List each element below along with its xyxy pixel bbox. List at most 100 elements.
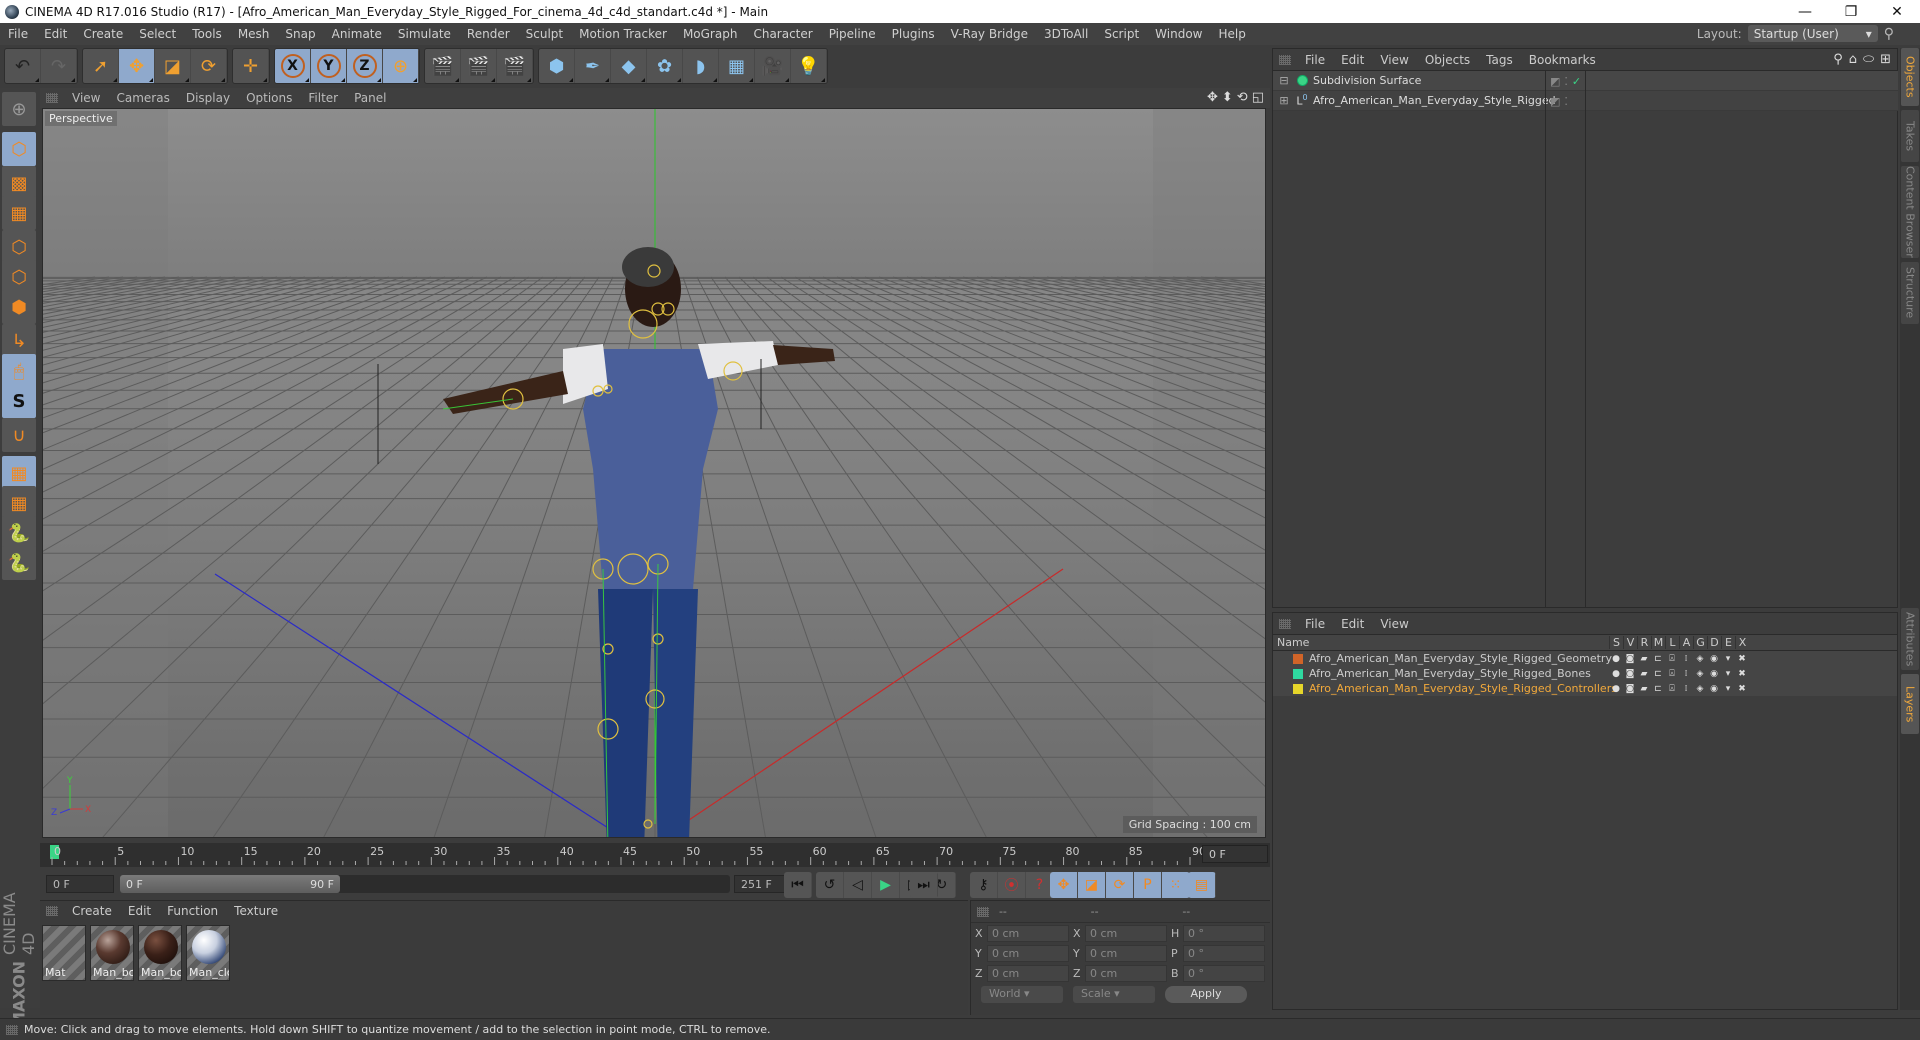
light-button[interactable]: 💡 xyxy=(791,49,827,83)
panel-grip[interactable] xyxy=(46,906,58,916)
tab-layers[interactable]: Layers xyxy=(1901,674,1919,734)
menu-edit[interactable]: Edit xyxy=(36,27,75,41)
tab-content-browser[interactable]: Content Browser xyxy=(1901,166,1919,258)
close-button[interactable]: ✕ xyxy=(1874,0,1920,23)
render-settings-button[interactable]: 🎬 xyxy=(497,49,533,83)
editor-visibility-icon[interactable]: ◩ xyxy=(1550,75,1560,88)
viewport-menu-panel[interactable]: Panel xyxy=(346,91,394,105)
menu-v-ray-bridge[interactable]: V-Ray Bridge xyxy=(943,27,1036,41)
lock-icon[interactable]: ⍓ xyxy=(1665,684,1679,694)
visible-eye-icon[interactable]: ◙ xyxy=(1623,684,1637,694)
layer-column-m[interactable]: M xyxy=(1651,636,1665,649)
layer-color-swatch[interactable] xyxy=(1293,683,1303,694)
layer-column-s[interactable]: S xyxy=(1609,636,1623,649)
perspective-viewport[interactable]: Y X Z Perspective Grid Spacing : 100 cm xyxy=(42,108,1266,838)
select-pointer-button[interactable]: ➚ xyxy=(83,49,119,83)
generator-icon[interactable]: ◈ xyxy=(1693,654,1707,664)
menu-tools[interactable]: Tools xyxy=(184,27,230,41)
layer-column-v[interactable]: V xyxy=(1623,636,1637,649)
move-button[interactable]: ✥ xyxy=(119,49,155,83)
menu-select[interactable]: Select xyxy=(131,27,184,41)
z-axis-lock-button[interactable]: Z xyxy=(347,49,383,83)
undo-button[interactable]: ↶ xyxy=(5,49,41,83)
object-name[interactable]: Subdivision Surface xyxy=(1313,74,1421,87)
tab-attributes[interactable]: Attributes xyxy=(1901,608,1919,670)
menu-render[interactable]: Render xyxy=(459,27,518,41)
minimize-button[interactable]: — xyxy=(1782,0,1828,23)
preview-range-slider[interactable]: 0 F 90 F xyxy=(120,875,340,893)
filter-icon[interactable]: ⬭ xyxy=(1863,52,1874,67)
make-editable-button[interactable]: ⊕ xyxy=(2,92,36,126)
layout-dropdown[interactable]: Startup (User) ▾ xyxy=(1747,25,1878,42)
key-scale-button[interactable]: ◪ xyxy=(1078,872,1106,898)
deformer-icon[interactable]: ◉ xyxy=(1707,684,1721,694)
viewport-menu-view[interactable]: View xyxy=(64,91,108,105)
edges-mode-button[interactable]: ⬡ xyxy=(2,260,36,294)
object-menu-view[interactable]: View xyxy=(1372,53,1416,67)
world-coordinate-button[interactable]: ⊕ xyxy=(383,49,419,83)
menu-motion-tracker[interactable]: Motion Tracker xyxy=(571,27,675,41)
solo-dot-icon[interactable]: ● xyxy=(1609,684,1623,694)
menu-create[interactable]: Create xyxy=(75,27,131,41)
apply-button[interactable]: Apply xyxy=(1165,986,1247,1003)
layer-column-l[interactable]: L xyxy=(1665,636,1679,649)
lock-icon[interactable]: ⍓ xyxy=(1665,654,1679,664)
panel-grip[interactable] xyxy=(977,906,989,917)
manager-icon[interactable]: ⊏ xyxy=(1651,669,1665,679)
timeline-window-button[interactable]: ▤ xyxy=(1188,872,1216,898)
rotation-h-field[interactable]: 0 ° xyxy=(1183,924,1265,942)
lock-icon[interactable]: ⍓ xyxy=(1665,669,1679,679)
menu-help[interactable]: Help xyxy=(1210,27,1253,41)
layer-color-swatch[interactable] xyxy=(1293,653,1303,664)
maximize-button[interactable]: ❐ xyxy=(1828,0,1874,23)
layer-column-a[interactable]: A xyxy=(1679,636,1693,649)
size-mode-dropdown[interactable]: Scale ▾ xyxy=(1073,986,1155,1003)
panel-grip[interactable] xyxy=(1279,618,1291,629)
menu-mograph[interactable]: MoGraph xyxy=(675,27,746,41)
layer-menu-view[interactable]: View xyxy=(1372,617,1416,631)
new-view-icon[interactable]: ⊞ xyxy=(1880,52,1891,67)
material-menu-function[interactable]: Function xyxy=(159,904,226,918)
viewport-camera-label[interactable]: Perspective xyxy=(45,111,117,126)
viewport-menu-cameras[interactable]: Cameras xyxy=(108,91,177,105)
previous-key-button[interactable]: ↺ xyxy=(816,872,844,898)
animation-icon[interactable]: ⁞ xyxy=(1679,654,1693,664)
deformer-button[interactable]: ◗ xyxy=(683,49,719,83)
camera-button[interactable]: 🎥 xyxy=(755,49,791,83)
go-to-start-button[interactable]: ⏮ xyxy=(784,872,812,898)
panel-grip[interactable] xyxy=(46,93,58,103)
material-menu-create[interactable]: Create xyxy=(64,904,120,918)
key-position-button[interactable]: ✥ xyxy=(1050,872,1078,898)
layer-column-r[interactable]: R xyxy=(1637,636,1651,649)
collapse-icon[interactable]: ⊟ xyxy=(1277,74,1291,87)
menu-3dtoall[interactable]: 3DToAll xyxy=(1036,27,1096,41)
xref-icon[interactable]: ✖ xyxy=(1735,654,1749,664)
timeline-button-inner[interactable]: ▤ xyxy=(1188,872,1216,898)
material-menu-edit[interactable]: Edit xyxy=(120,904,159,918)
live-move-button[interactable]: ✛ xyxy=(233,49,269,83)
autokeying-button[interactable]: ⦿ xyxy=(998,872,1026,898)
xref-icon[interactable]: ✖ xyxy=(1735,669,1749,679)
layer-color-swatch[interactable] xyxy=(1293,668,1303,679)
layer-column-d[interactable]: D xyxy=(1707,636,1721,649)
layer-menu-file[interactable]: File xyxy=(1297,617,1333,631)
tab-objects[interactable]: Objects xyxy=(1901,48,1919,106)
xref-icon[interactable]: ✖ xyxy=(1735,684,1749,694)
menu-sculpt[interactable]: Sculpt xyxy=(518,27,571,41)
layer-menu-edit[interactable]: Edit xyxy=(1333,617,1372,631)
position-z-field[interactable]: 0 cm xyxy=(987,964,1069,982)
animation-icon[interactable]: ⁞ xyxy=(1679,669,1693,679)
solo-dot-icon[interactable]: ● xyxy=(1609,669,1623,679)
tab-takes[interactable]: Takes xyxy=(1901,110,1919,162)
key-parameter-button[interactable]: P xyxy=(1134,872,1162,898)
expression-icon[interactable]: ▾ xyxy=(1721,654,1735,664)
object-menu-file[interactable]: File xyxy=(1297,53,1333,67)
layer-column-e[interactable]: E xyxy=(1721,636,1735,649)
timeline-track[interactable]: 0 5 10 15 20 25 30 35 40 45 50 55 60 65 70 75 80 85 90 xyxy=(40,843,1206,867)
solo-mode-button[interactable]: S xyxy=(2,384,36,418)
cube-object-button[interactable]: ⬢ xyxy=(539,49,575,83)
workplane-mode-button[interactable]: ▦ xyxy=(2,196,36,230)
material-thumbnail[interactable]: Mat xyxy=(42,925,86,981)
size-y-field[interactable]: 0 cm xyxy=(1085,944,1167,962)
viewport-menu-display[interactable]: Display xyxy=(178,91,238,105)
